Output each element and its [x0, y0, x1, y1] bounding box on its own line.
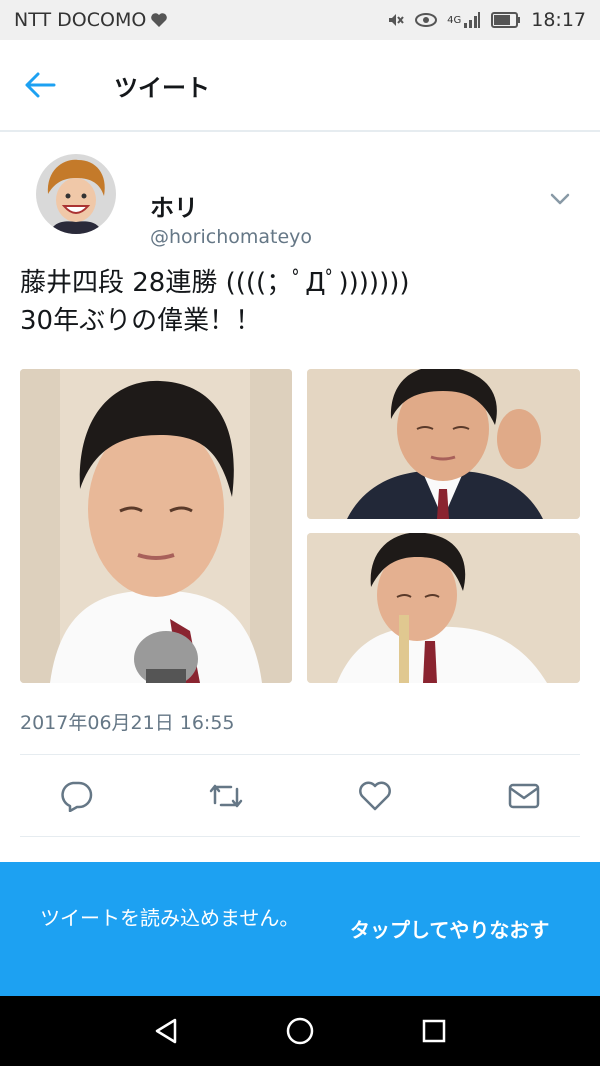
circle-home-icon — [286, 1017, 314, 1045]
status-bar: NTT DOCOMO 4G 18:17 — [0, 0, 600, 40]
triangle-back-icon — [155, 1018, 177, 1044]
nav-back-button[interactable] — [146, 1011, 186, 1051]
tweet-text-line-1: 藤井四段 28連勝 ((((；ﾟДﾟ))))))) — [20, 268, 410, 298]
tweet-text-line-2: 30年ぶりの偉業！！ — [20, 306, 262, 336]
retweet-icon — [209, 784, 243, 808]
author-display-name[interactable]: ホリ — [150, 188, 198, 223]
like-icon — [359, 781, 391, 811]
message-icon — [508, 783, 540, 809]
tweet-actions — [20, 756, 580, 836]
tweet-text: 藤井四段 28連勝 ((((；ﾟДﾟ))))))) 30年ぶりの偉業！！ — [20, 264, 580, 340]
nav-home-button[interactable] — [280, 1011, 320, 1051]
tweet-photo-1[interactable] — [20, 369, 292, 683]
clock: 18:17 — [531, 9, 586, 31]
retweet-button[interactable] — [204, 776, 248, 816]
divider — [20, 754, 580, 755]
divider — [20, 836, 580, 837]
carrier-name: NTT DOCOMO — [14, 9, 147, 31]
nav-recents-button[interactable] — [414, 1011, 454, 1051]
avatar[interactable] — [36, 154, 116, 234]
signal-icon: 4G — [447, 11, 481, 29]
mute-icon — [385, 10, 405, 30]
like-button[interactable] — [353, 776, 397, 816]
reply-icon — [61, 781, 93, 812]
arrow-left-icon — [25, 72, 56, 98]
back-button[interactable] — [0, 39, 80, 131]
system-nav-bar — [0, 996, 600, 1066]
message-button[interactable] — [502, 776, 546, 816]
tweet-author: ホリ @horichomateyo — [20, 154, 580, 248]
load-error-banner[interactable]: ツイートを読み込めません。 タップしてやりなおす — [0, 862, 600, 996]
tweet-photo-3[interactable] — [307, 533, 580, 683]
retry-button[interactable]: タップしてやりなおす — [350, 914, 549, 943]
tweet-timestamp: 2017年06月21日 16:55 — [20, 712, 235, 734]
chevron-down-icon — [550, 193, 570, 205]
battery-icon — [491, 12, 521, 28]
network-type: 4G — [447, 14, 462, 26]
square-recents-icon — [422, 1019, 446, 1043]
author-handle[interactable]: @horichomateyo — [150, 226, 312, 248]
reply-button[interactable] — [54, 776, 98, 816]
tweet-photo-2[interactable] — [307, 369, 580, 519]
photo-grid — [20, 369, 580, 683]
eye-comfort-icon — [415, 12, 438, 28]
page-title: ツイート — [114, 73, 210, 102]
heart-notification-icon — [150, 12, 168, 28]
tweet-menu-button[interactable] — [540, 184, 580, 214]
app-header: ツイート — [0, 40, 600, 132]
error-message: ツイートを読み込めません。 — [40, 906, 300, 930]
